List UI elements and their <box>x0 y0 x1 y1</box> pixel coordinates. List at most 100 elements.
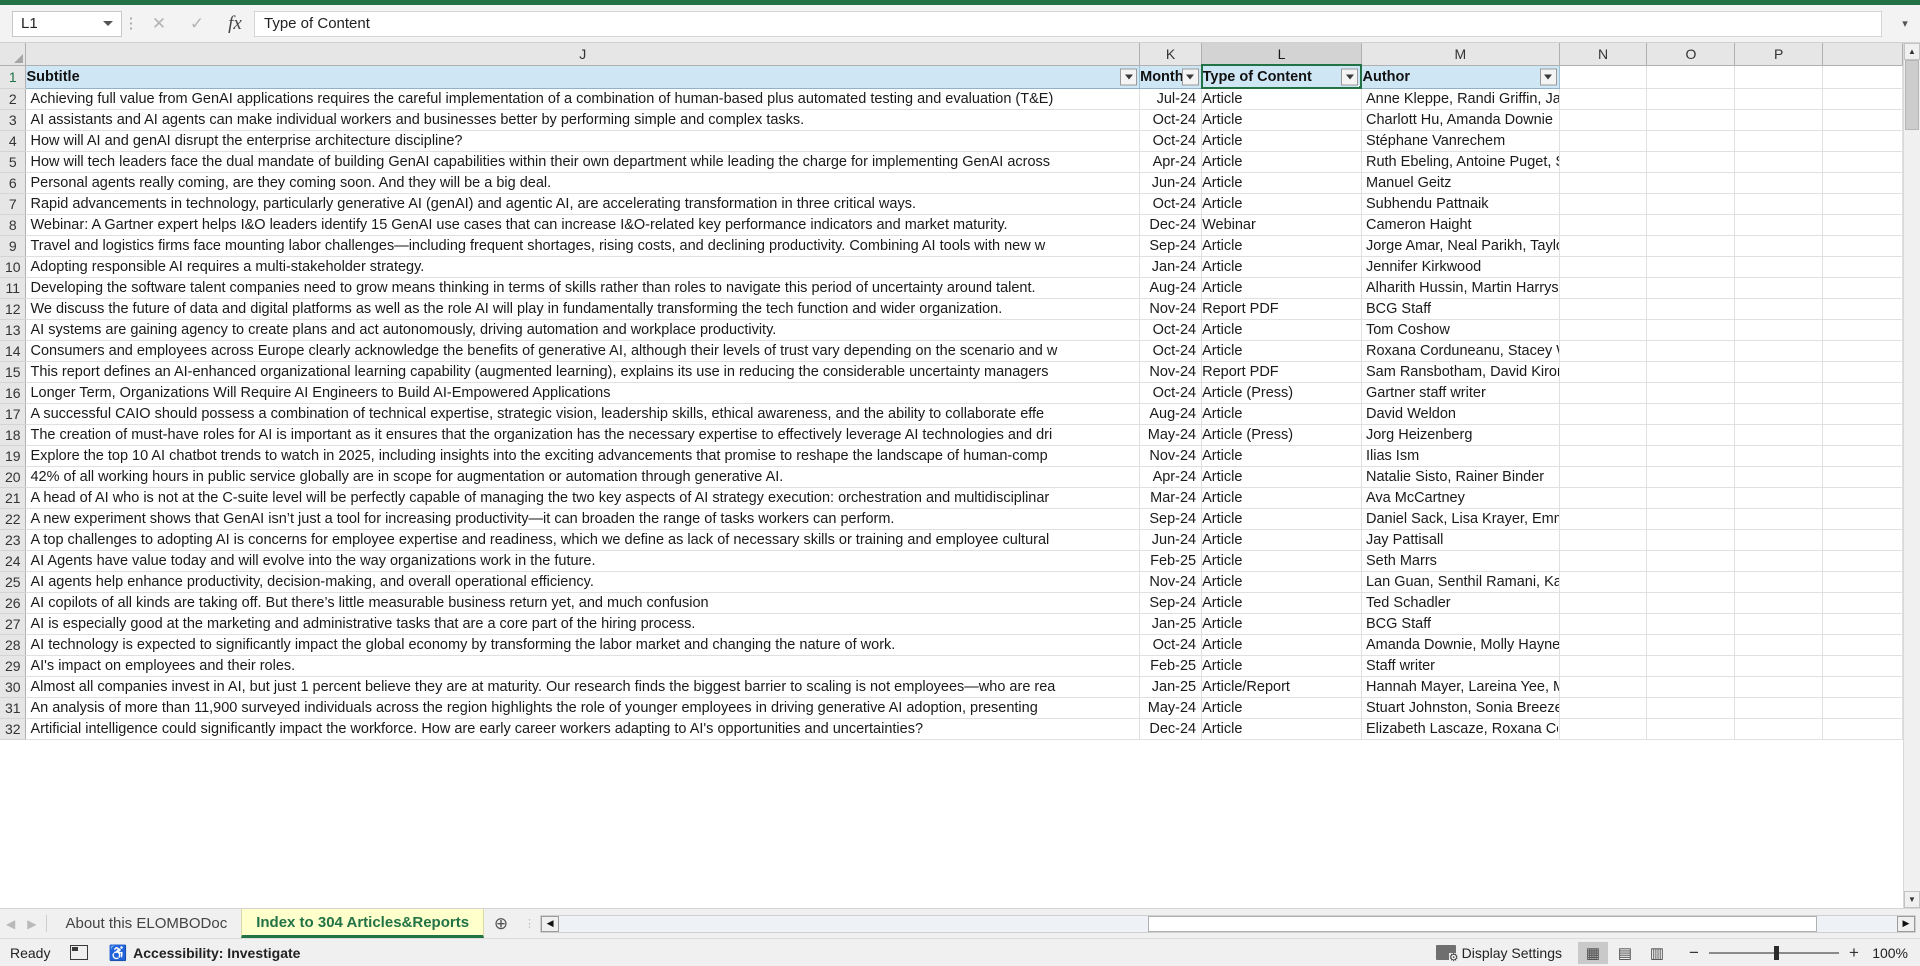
cell-author[interactable]: Ava McCartney <box>1361 487 1560 509</box>
cell-month[interactable]: Nov-24 <box>1139 298 1203 320</box>
cell-Q3[interactable] <box>1822 109 1903 131</box>
cell-O9[interactable] <box>1646 235 1736 257</box>
cell-Q21[interactable] <box>1822 487 1903 509</box>
cell-N3[interactable] <box>1559 109 1648 131</box>
row-header-19[interactable]: 19 <box>0 445 27 467</box>
cell-author[interactable]: Elizabeth Lascaze, Roxana Corduneanu, Br… <box>1361 718 1560 740</box>
cell-P5[interactable] <box>1734 151 1824 173</box>
cell-subtitle[interactable]: Webinar: A Gartner expert helps I&O lead… <box>25 214 1141 236</box>
cell-O23[interactable] <box>1646 529 1736 551</box>
scroll-right-icon[interactable]: ▶ <box>1897 915 1915 932</box>
cell-type-of-content[interactable]: Article <box>1201 193 1362 215</box>
cell-type-of-content[interactable]: Article <box>1201 109 1362 131</box>
cell-type-of-content[interactable]: Article <box>1201 277 1362 299</box>
row-header-5[interactable]: 5 <box>0 151 27 173</box>
cell-P18[interactable] <box>1734 424 1824 446</box>
cell-month[interactable]: Mar-24 <box>1139 487 1203 509</box>
cell-type-of-content[interactable]: Article <box>1201 655 1362 677</box>
cell-month[interactable]: Nov-24 <box>1139 361 1203 383</box>
cell-N1[interactable] <box>1559 65 1648 89</box>
cell-Q18[interactable] <box>1822 424 1903 446</box>
cell-N12[interactable] <box>1559 298 1648 320</box>
cell-month[interactable]: Oct-24 <box>1139 634 1203 656</box>
cell-author[interactable]: Cameron Haight <box>1361 214 1560 236</box>
sheet-tab-index[interactable]: Index to 304 Articles&Reports <box>241 909 485 938</box>
cell-N21[interactable] <box>1559 487 1648 509</box>
row-header-15[interactable]: 15 <box>0 361 27 383</box>
cell-O20[interactable] <box>1646 466 1736 488</box>
cell-Q24[interactable] <box>1822 550 1903 572</box>
row-header-26[interactable]: 26 <box>0 592 27 614</box>
cell-month[interactable]: Oct-24 <box>1139 382 1203 404</box>
cell-P16[interactable] <box>1734 382 1824 404</box>
row-header-31[interactable]: 31 <box>0 697 27 719</box>
row-header-25[interactable]: 25 <box>0 571 27 593</box>
cell-type-of-content[interactable]: Article <box>1201 130 1362 152</box>
cell-P14[interactable] <box>1734 340 1824 362</box>
cell-Q2[interactable] <box>1822 88 1903 110</box>
cell-author[interactable]: Gartner staff writer <box>1361 382 1560 404</box>
cell-author[interactable]: Ruth Ebeling, Antoine Puget, Savannah Ri… <box>1361 151 1560 173</box>
cell-subtitle[interactable]: AI agents help enhance productivity, dec… <box>25 571 1141 593</box>
cell-N24[interactable] <box>1559 550 1648 572</box>
cell-month[interactable]: Jan-25 <box>1139 676 1203 698</box>
row-header-13[interactable]: 13 <box>0 319 27 341</box>
cell-Q7[interactable] <box>1822 193 1903 215</box>
cell-month[interactable]: Dec-24 <box>1139 718 1203 740</box>
cell-Q32[interactable] <box>1822 718 1903 740</box>
cell-O31[interactable] <box>1646 697 1736 719</box>
header-cell-subtitle[interactable]: Subtitle <box>25 65 1141 89</box>
cell-type-of-content[interactable]: Article <box>1201 529 1362 551</box>
row-header-16[interactable]: 16 <box>0 382 27 404</box>
row-header-24[interactable]: 24 <box>0 550 27 572</box>
cell-author[interactable]: Sam Ransbotham, David Kiron, Shervin Kho… <box>1361 361 1560 383</box>
zoom-slider-track[interactable] <box>1709 945 1839 960</box>
cell-Q25[interactable] <box>1822 571 1903 593</box>
cell-type-of-content[interactable]: Article <box>1201 592 1362 614</box>
cell-N20[interactable] <box>1559 466 1648 488</box>
header-cell-type-of-content[interactable]: Type of Content <box>1200 64 1363 89</box>
cell-Q8[interactable] <box>1822 214 1903 236</box>
cell-P26[interactable] <box>1734 592 1824 614</box>
cell-type-of-content[interactable]: Article <box>1201 88 1362 110</box>
cell-N18[interactable] <box>1559 424 1648 446</box>
cell-subtitle[interactable]: A successful CAIO should possess a combi… <box>25 403 1141 425</box>
cell-Q11[interactable] <box>1822 277 1903 299</box>
cell-type-of-content[interactable]: Article <box>1201 634 1362 656</box>
cell-author[interactable]: Natalie Sisto, Rainer Binder <box>1361 466 1560 488</box>
cell-subtitle[interactable]: Consumers and employees across Europe cl… <box>25 340 1141 362</box>
cell-author[interactable]: David Weldon <box>1361 403 1560 425</box>
scroll-left-icon[interactable]: ◀ <box>541 915 560 932</box>
cell-type-of-content[interactable]: Article <box>1201 571 1362 593</box>
cell-month[interactable]: May-24 <box>1139 424 1203 446</box>
sheet-tab-about[interactable]: About this ELOMBODoc <box>51 909 242 938</box>
cell-Q17[interactable] <box>1822 403 1903 425</box>
cell-O3[interactable] <box>1646 109 1736 131</box>
cell-P17[interactable] <box>1734 403 1824 425</box>
cell-subtitle[interactable]: Almost all companies invest in AI, but j… <box>25 676 1141 698</box>
cell-subtitle[interactable]: How will tech leaders face the dual mand… <box>25 151 1141 173</box>
cell-Q29[interactable] <box>1822 655 1903 677</box>
cell-Q31[interactable] <box>1822 697 1903 719</box>
cell-Q30[interactable] <box>1822 676 1903 698</box>
cell-P20[interactable] <box>1734 466 1824 488</box>
close-icon[interactable]: ✕ <box>140 11 178 37</box>
cell-O32[interactable] <box>1646 718 1736 740</box>
cell-O7[interactable] <box>1646 193 1736 215</box>
cell-month[interactable]: Sep-24 <box>1139 235 1203 257</box>
cell-author[interactable]: BCG Staff <box>1361 298 1560 320</box>
row-header-28[interactable]: 28 <box>0 634 27 656</box>
cell-O12[interactable] <box>1646 298 1736 320</box>
cell-month[interactable]: Jul-24 <box>1139 88 1203 110</box>
cell-Q10[interactable] <box>1822 256 1903 278</box>
cell-month[interactable]: Feb-25 <box>1139 655 1203 677</box>
vertical-scrollbar[interactable]: ▲ ▼ <box>1903 43 1920 908</box>
cell-author[interactable]: Jennifer Kirkwood <box>1361 256 1560 278</box>
next-sheet-icon[interactable]: ▶ <box>27 917 36 931</box>
cell-type-of-content[interactable]: Article <box>1201 550 1362 572</box>
scroll-down-icon[interactable]: ▼ <box>1904 891 1920 908</box>
cell-month[interactable]: Jan-24 <box>1139 256 1203 278</box>
cell-subtitle[interactable]: A top challenges to adopting AI is conce… <box>25 529 1141 551</box>
cell-type-of-content[interactable]: Article (Press) <box>1201 382 1362 404</box>
cell-type-of-content[interactable]: Article <box>1201 319 1362 341</box>
